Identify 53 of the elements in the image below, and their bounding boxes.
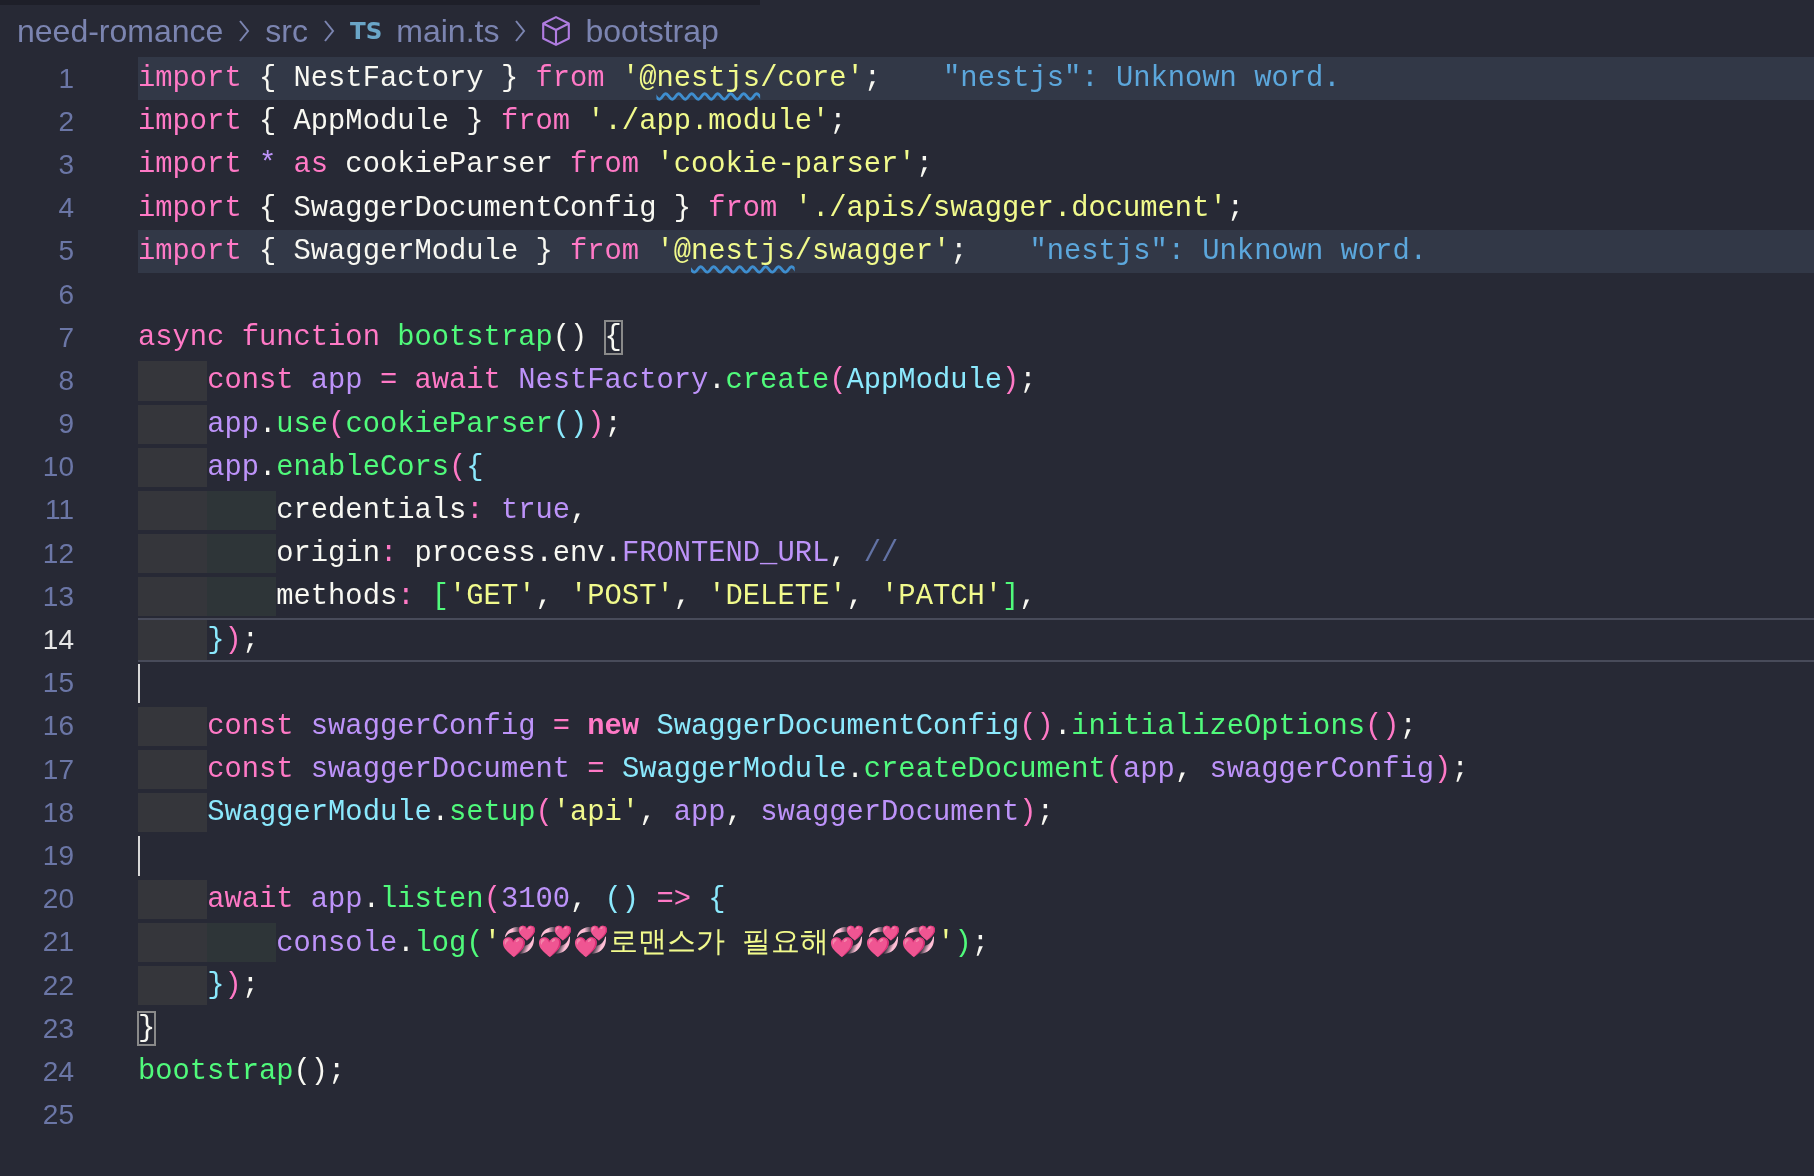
breadcrumb-item[interactable]: need-romance	[17, 12, 224, 50]
line-number: 23	[41, 1012, 74, 1045]
line-number: 9	[57, 408, 74, 441]
code-line: SwaggerModule.setup('api', app, swaggerDocument);	[207, 796, 1054, 830]
code-line: bootstrap();	[138, 1055, 346, 1089]
code-line: });	[207, 969, 259, 1003]
code-line: import { AppModule } from './app.module';	[138, 105, 847, 139]
code-line: import { SwaggerDocumentConfig } from './apis/swagger.document';	[138, 191, 1244, 225]
line-number: 19	[41, 839, 74, 872]
line-number: 3	[57, 148, 74, 181]
code-line: import * as cookieParser from 'cookie-parser';	[138, 148, 933, 182]
line-number: 14	[41, 624, 74, 657]
code-line: await app.listen(3100, () => {	[207, 882, 726, 916]
line-number: 17	[41, 753, 74, 786]
diagnostic-hint: "nestjs": Unknown word.	[1029, 234, 1427, 268]
code-line: credentials: true,	[276, 493, 588, 527]
line-number: 5	[57, 235, 74, 268]
code-line: const swaggerDocument = SwaggerModule.createDocument(app, swaggerConfig);	[207, 753, 1469, 787]
line-number: 11	[43, 494, 74, 527]
code-line: });	[207, 623, 259, 657]
file-type-label: TS	[350, 18, 383, 44]
code-line: app.enableCors({	[207, 450, 484, 484]
code-line: import { NestFactory } from '@nestjs/core';	[138, 62, 882, 96]
line-number: 15	[41, 667, 74, 700]
line-number: 22	[41, 969, 74, 1002]
line-number: 16	[41, 710, 74, 743]
line-number: 10	[41, 451, 74, 484]
line-number: 12	[41, 537, 74, 570]
code-line: origin: process.env.FRONTEND_URL, //	[276, 537, 899, 571]
line-number: 25	[41, 1099, 74, 1132]
breadcrumb-item[interactable]: src	[265, 12, 308, 50]
line-number: 6	[57, 278, 74, 311]
line-number: 1	[57, 62, 74, 95]
line-number: 4	[57, 192, 74, 225]
code-line: async function bootstrap() {	[138, 321, 622, 355]
line-number: 7	[57, 321, 74, 354]
line-number: 24	[41, 1055, 74, 1088]
code-line: import { SwaggerModule } from '@nestjs/swagger';	[138, 234, 968, 268]
code-line: app.use(cookieParser());	[207, 407, 622, 441]
breadcrumb-item[interactable]: bootstrap	[585, 12, 719, 50]
line-number: 18	[41, 796, 74, 829]
line-number: 8	[57, 364, 74, 397]
diagnostic-hint: "nestjs": Unknown word.	[943, 62, 1341, 96]
line-number: 21	[41, 926, 74, 959]
code-line: const swaggerConfig = new SwaggerDocumentConfig().initializeOptions();	[207, 709, 1417, 743]
line-number: 20	[41, 883, 74, 916]
code-line: const app = await NestFactory.create(AppModule);	[207, 364, 1037, 398]
breadcrumb-item[interactable]: main.ts	[396, 12, 500, 50]
code-line: }	[138, 1012, 156, 1046]
code-line: methods: ['GET', 'POST', 'DELETE', 'PATCH'],	[276, 580, 1037, 614]
line-number: 13	[41, 580, 74, 613]
code-line: console.log('💞💞💞로맨스가 필요해💞💞💞');	[276, 924, 990, 963]
line-number: 2	[57, 105, 74, 138]
